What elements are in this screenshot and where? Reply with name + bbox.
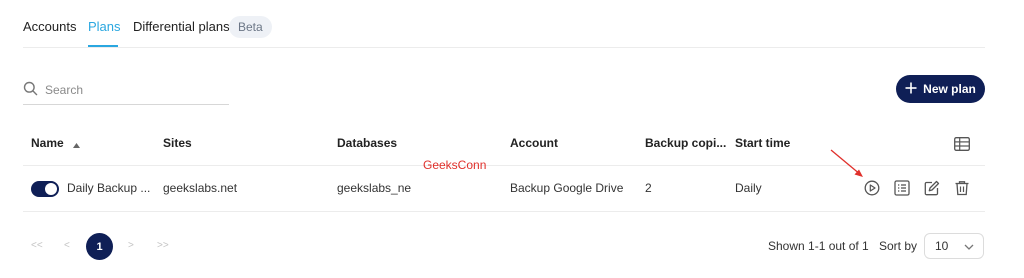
trash-icon[interactable] — [953, 179, 971, 197]
watermark-text: GeeksConn — [423, 158, 487, 172]
annotation-arrow — [826, 146, 866, 185]
chevron-down-icon — [964, 239, 974, 253]
beta-badge: Beta — [229, 16, 272, 38]
tab-accounts[interactable]: Accounts — [23, 19, 76, 34]
column-header-name-label: Name — [31, 136, 64, 150]
row-divider — [23, 211, 985, 212]
column-header-databases[interactable]: Databases — [337, 136, 397, 150]
search-box — [23, 76, 229, 105]
plan-account: Backup Google Drive — [510, 181, 624, 195]
new-plan-button[interactable]: New plan — [896, 75, 985, 103]
column-header-start-time[interactable]: Start time — [735, 136, 790, 150]
tab-differential-plans[interactable]: Differential plans — [133, 19, 230, 34]
results-count: Shown 1-1 out of 1 — [768, 239, 869, 253]
new-plan-label: New plan — [923, 82, 976, 96]
plan-sites: geekslabs.net — [163, 181, 238, 195]
details-list-icon[interactable] — [893, 179, 911, 197]
plan-enabled-toggle[interactable] — [31, 181, 59, 197]
first-page-button[interactable]: << — [31, 240, 43, 251]
plan-name[interactable]: Daily Backup ... — [67, 181, 150, 195]
plan-start-time: Daily — [735, 181, 762, 195]
plan-databases: geekslabs_ne — [337, 181, 412, 195]
current-page-button[interactable]: 1 — [86, 233, 113, 260]
column-header-sites[interactable]: Sites — [163, 136, 192, 150]
page-size-select[interactable]: 10 — [924, 233, 984, 259]
search-input[interactable] — [45, 80, 225, 100]
last-page-button[interactable]: >> — [157, 240, 169, 251]
sort-asc-icon — [73, 137, 81, 151]
page-size-value: 10 — [935, 239, 949, 253]
sort-by-label: Sort by — [879, 239, 918, 253]
tab-plans[interactable]: Plans — [88, 19, 121, 34]
column-header-name[interactable]: Name — [31, 136, 81, 151]
plan-backup-copies: 2 — [645, 181, 652, 195]
column-header-backup-copies[interactable]: Backup copi... — [645, 136, 726, 150]
edit-icon[interactable] — [923, 179, 941, 197]
search-icon — [23, 81, 38, 101]
column-header-account[interactable]: Account — [510, 136, 558, 150]
previous-page-button[interactable]: < — [64, 240, 70, 251]
columns-grid-icon[interactable] — [954, 137, 970, 156]
next-page-button[interactable]: > — [128, 240, 134, 251]
plus-icon — [905, 82, 917, 97]
tabs-divider — [23, 47, 985, 48]
